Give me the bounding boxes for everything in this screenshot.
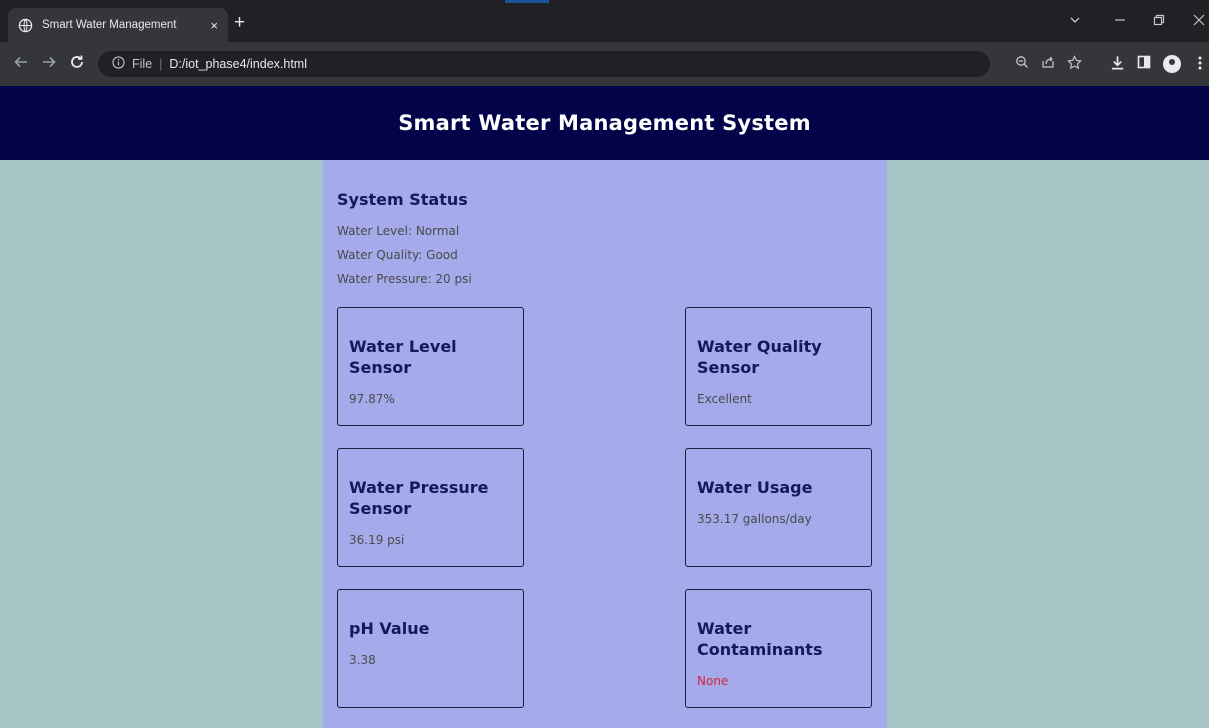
card-value: 97.87% [349,392,395,406]
water-usage-card: Water Usage 353.17 gallons/day [685,448,872,567]
address-bar[interactable]: File | D:/iot_phase4/index.html [98,51,990,77]
status-water-quality: Water Quality: Good [337,248,458,262]
card-value: Excellent [697,392,752,406]
page-header: Smart Water Management System [0,86,1209,160]
back-icon[interactable] [13,54,29,74]
browser-tab-bar: Smart Water Management × + [0,0,1209,42]
url-separator: | [159,57,163,71]
tab-search-icon[interactable] [1069,14,1081,30]
sidebar-icon[interactable] [1137,55,1151,73]
card-title: Water Quality Sensor [697,337,822,377]
minimize-icon[interactable] [1114,14,1126,30]
zoom-icon[interactable] [1015,55,1029,73]
water-contaminants-card: Water Contaminants None [685,589,872,708]
browser-tab[interactable]: Smart Water Management × [8,8,228,42]
close-window-icon[interactable] [1193,14,1205,30]
url-scheme-label: File [132,57,153,71]
water-pressure-card: Water Pressure Sensor 36.19 psi [337,448,524,567]
restore-icon[interactable] [1153,14,1165,30]
ph-value-card: pH Value 3.38 [337,589,524,708]
dashboard-container: System Status Water Level: Normal Water … [323,160,887,728]
water-quality-card: Water Quality Sensor Excellent [685,307,872,426]
download-icon[interactable] [1110,55,1125,74]
water-level-card: Water Level Sensor 97.87% [337,307,524,426]
info-icon[interactable] [112,56,126,72]
card-value: 3.38 [349,653,376,667]
card-value: 353.17 gallons/day [697,512,812,526]
reload-icon[interactable] [69,54,85,74]
system-status-title: System Status [337,190,468,209]
card-value: 36.19 psi [349,533,405,547]
tab-strip-indicator [505,0,549,3]
page-title: Smart Water Management System [398,111,811,135]
browser-toolbar: File | D:/iot_phase4/index.html [0,42,1209,86]
card-value: None [697,674,729,688]
bookmark-star-icon[interactable] [1067,55,1082,74]
share-icon[interactable] [1041,55,1055,73]
card-title: Water Level Sensor [349,337,457,377]
card-title: Water Usage [697,478,813,497]
forward-icon[interactable] [41,54,57,74]
url-text[interactable]: D:/iot_phase4/index.html [169,57,307,71]
globe-icon [18,18,33,33]
tab-title: Smart Water Management [42,19,177,31]
menu-icon[interactable] [1197,55,1203,75]
card-title: pH Value [349,619,430,638]
profile-icon[interactable] [1163,55,1181,73]
status-water-level: Water Level: Normal [337,224,460,238]
card-title: Water Pressure Sensor [349,478,489,518]
tab-close-icon[interactable]: × [210,18,218,33]
new-tab-button[interactable]: + [234,13,245,32]
status-water-pressure: Water Pressure: 20 psi [337,272,472,286]
card-title: Water Contaminants [697,619,823,659]
